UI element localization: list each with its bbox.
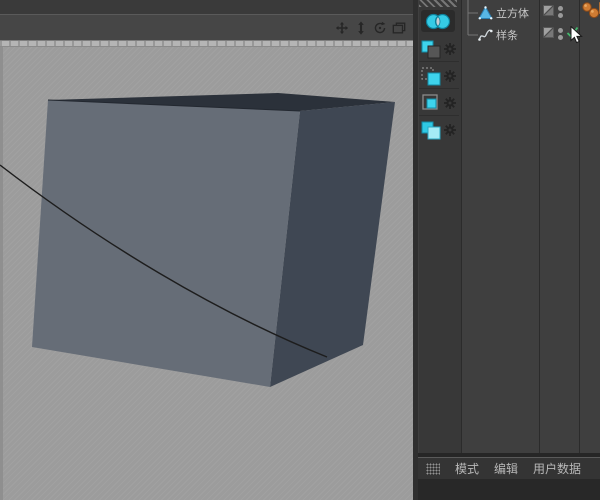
toggles-row-cube bbox=[540, 5, 579, 19]
viewport-border-strip bbox=[0, 40, 413, 47]
menu-user-data[interactable]: 用户数据 bbox=[533, 460, 581, 477]
viewport-title-bar bbox=[0, 14, 413, 40]
layer-swatch-icon[interactable] bbox=[543, 27, 554, 38]
menu-mode[interactable]: 模式 bbox=[455, 460, 479, 477]
object-manager: 立方体 样条 bbox=[418, 0, 600, 453]
divider bbox=[461, 0, 462, 453]
editor-visibility-dot[interactable] bbox=[558, 6, 563, 11]
gear-icon[interactable] bbox=[443, 69, 457, 83]
attribute-panel-empty bbox=[418, 479, 600, 500]
app-window: 立方体 样条 bbox=[0, 0, 600, 500]
viewport-menu-bar bbox=[0, 0, 413, 14]
dolly-icon[interactable] bbox=[353, 20, 369, 36]
bool-union[interactable] bbox=[419, 117, 459, 143]
viewport-canvas[interactable] bbox=[0, 47, 413, 500]
scene-render bbox=[0, 47, 413, 500]
bool-intersect[interactable] bbox=[419, 90, 459, 116]
object-tree: 立方体 样条 bbox=[463, 0, 539, 453]
toggle-view-icon[interactable] bbox=[391, 20, 407, 36]
tree-item-label: 样条 bbox=[496, 27, 518, 43]
gear-icon[interactable] bbox=[443, 123, 457, 137]
attribute-menu-bar: 模式 编辑 用户数据 bbox=[418, 458, 600, 479]
orange-dots-icon[interactable] bbox=[580, 0, 600, 22]
cube-primitive-icon bbox=[478, 6, 493, 20]
mouse-cursor bbox=[570, 26, 584, 44]
palette-drag-handle[interactable] bbox=[419, 0, 457, 7]
generator-palette bbox=[419, 0, 461, 453]
boolean-icon[interactable] bbox=[421, 10, 455, 32]
bool-a-minus-b[interactable] bbox=[419, 36, 459, 62]
render-visibility-dot[interactable] bbox=[558, 35, 563, 40]
viewport-panel bbox=[0, 0, 413, 500]
menu-drag-handle-icon[interactable] bbox=[426, 463, 440, 475]
side-palette bbox=[580, 0, 600, 453]
spline-icon bbox=[478, 28, 493, 42]
menu-edit[interactable]: 编辑 bbox=[494, 460, 518, 477]
gear-icon[interactable] bbox=[443, 42, 457, 56]
bool-b-minus-a[interactable] bbox=[419, 63, 459, 89]
render-visibility-dot[interactable] bbox=[558, 13, 563, 18]
tree-item-label: 立方体 bbox=[496, 5, 529, 21]
editor-visibility-dot[interactable] bbox=[558, 28, 563, 33]
rotate-icon[interactable] bbox=[372, 20, 388, 36]
gear-icon[interactable] bbox=[443, 96, 457, 110]
object-toggles bbox=[540, 0, 579, 453]
cube-front-face bbox=[32, 100, 300, 387]
pan-icon[interactable] bbox=[334, 20, 350, 36]
layer-swatch-icon[interactable] bbox=[543, 5, 554, 16]
manager-panel: 立方体 样条 bbox=[413, 0, 600, 500]
